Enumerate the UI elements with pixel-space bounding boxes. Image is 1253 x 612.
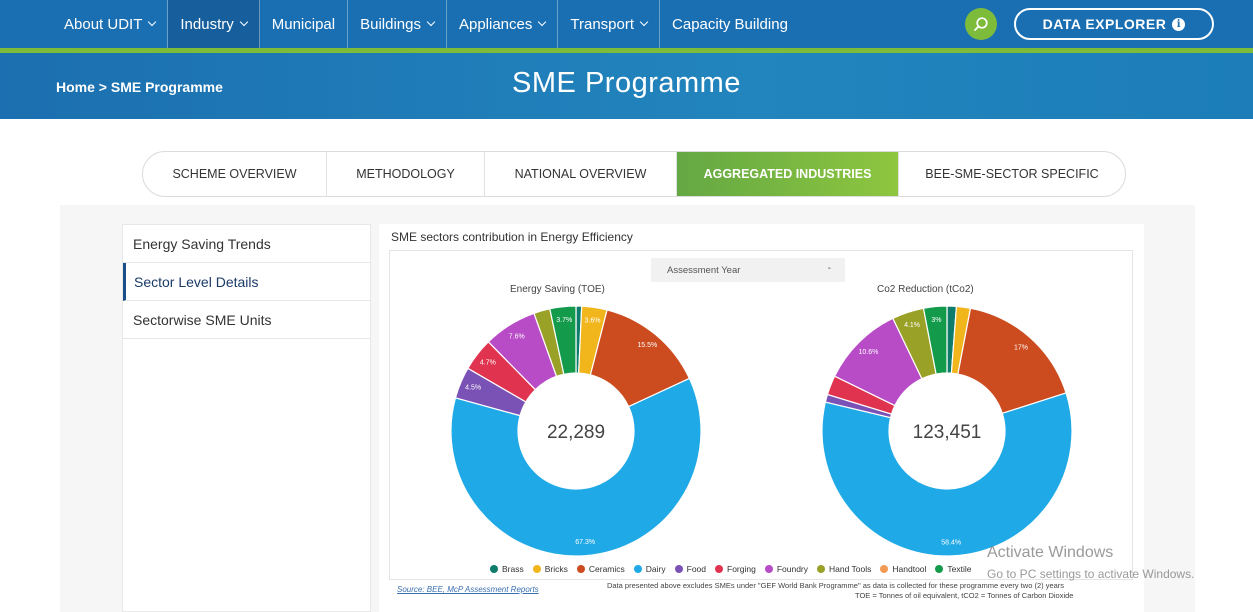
legend-swatch bbox=[715, 565, 723, 573]
legend-swatch bbox=[532, 565, 541, 573]
data-explorer-button[interactable]: DATA EXPLORER i bbox=[1014, 8, 1214, 40]
nav-item-label: Municipal bbox=[271, 15, 336, 33]
chevron-down-icon bbox=[538, 17, 547, 27]
legend-label: Foundry bbox=[776, 564, 809, 574]
legend-label: Forging bbox=[727, 564, 756, 574]
slice-label: 3% bbox=[931, 317, 941, 324]
chart-container: Assessment Year - Energy Saving (TOE) Co… bbox=[389, 250, 1133, 580]
nav-item-about-udit[interactable]: About UDIT bbox=[52, 0, 169, 48]
legend-label: Ceramics bbox=[588, 564, 625, 574]
legend-label: Brass bbox=[502, 564, 524, 574]
slice-label: 4.5% bbox=[465, 385, 481, 392]
tab-methodology[interactable]: METHODOLOGY bbox=[327, 152, 485, 196]
nav-item-municipal[interactable]: Municipal bbox=[260, 0, 349, 48]
donut-center-value: 22,289 bbox=[547, 422, 605, 443]
nav-item-industry[interactable]: Industry bbox=[168, 0, 260, 48]
legend-item-handtool[interactable]: Handtool bbox=[880, 564, 926, 574]
source-link[interactable]: Source: BEE, McP Assessment Reports bbox=[397, 585, 539, 594]
slice-label: 4.1% bbox=[904, 322, 920, 329]
slice-label: 58.4% bbox=[941, 539, 961, 546]
nav-item-capacity-building[interactable]: Capacity Building bbox=[660, 0, 800, 48]
data-note: Data presented above excludes SMEs under… bbox=[607, 581, 1065, 590]
section-tabs: SCHEME OVERVIEW METHODOLOGY NATIONAL OVERV… bbox=[142, 151, 1126, 197]
nav-item-label: Buildings bbox=[360, 15, 421, 33]
legend-label: Hand Tools bbox=[829, 564, 872, 574]
page-title: SME Programme bbox=[512, 67, 741, 99]
legend-label: Bricks bbox=[544, 564, 568, 574]
slice-label: 17% bbox=[1014, 344, 1028, 351]
nav-menu: About UDIT Industry Municipal Buildings Appl… bbox=[52, 0, 800, 48]
sidebar-item-energy-saving-trends[interactable]: Energy Saving Trends bbox=[123, 225, 370, 263]
slice-label: 3.7% bbox=[556, 317, 572, 324]
tab-scheme-overview[interactable]: SCHEME OVERVIEW bbox=[143, 152, 327, 196]
slice-label: 15.5% bbox=[637, 342, 657, 349]
sidebar: Energy Saving Trends Sector Level Details… bbox=[122, 224, 371, 612]
tab-aggregated-industries[interactable]: AGGREGATED INDUSTRIES bbox=[677, 152, 899, 196]
panel-title: SME sectors contribution in Energy Effic… bbox=[391, 230, 633, 244]
info-icon: i bbox=[1172, 17, 1186, 31]
data-explorer-label: DATA EXPLORER bbox=[1042, 16, 1167, 32]
chevron-down-icon bbox=[426, 17, 436, 27]
legend-swatch bbox=[490, 565, 498, 573]
page-banner: Home > SME Programme SME Programme bbox=[0, 53, 1253, 119]
nav-item-label: Capacity Building bbox=[672, 15, 788, 33]
legend-item-textile[interactable]: Textile bbox=[935, 564, 972, 574]
slice-label: 7.6% bbox=[509, 333, 525, 340]
nav-item-buildings[interactable]: Buildings bbox=[348, 0, 447, 48]
tab-national-overview[interactable]: NATIONAL OVERVIEW bbox=[485, 152, 677, 196]
chevron-down-icon bbox=[148, 17, 157, 27]
nav-item-label: About UDIT bbox=[64, 15, 143, 33]
slice-label: 10.6% bbox=[858, 349, 878, 356]
legend-swatch bbox=[764, 565, 773, 573]
search-icon bbox=[974, 17, 988, 31]
slice-dairy[interactable] bbox=[821, 392, 1073, 557]
chevron-down-icon bbox=[239, 17, 248, 27]
legend-item-dairy[interactable]: Dairy bbox=[633, 564, 666, 574]
activate-windows-subtitle: Go to PC settings to activate Windows. bbox=[987, 567, 1195, 581]
nav-item-label: Transport bbox=[570, 15, 635, 33]
legend-swatch bbox=[633, 565, 642, 573]
activate-windows-title: Activate Windows bbox=[987, 544, 1114, 561]
legend-item-bricks[interactable]: Bricks bbox=[532, 564, 568, 574]
legend-item-foundry[interactable]: Foundry bbox=[764, 564, 809, 574]
legend-swatch bbox=[935, 565, 944, 573]
legend-swatch bbox=[880, 565, 889, 573]
legend-item-food[interactable]: Food bbox=[674, 564, 706, 574]
slice-label: 4.7% bbox=[480, 360, 496, 367]
legend-item-ceramics[interactable]: Ceramics bbox=[576, 564, 625, 574]
legend-item-forging[interactable]: Forging bbox=[715, 564, 756, 574]
units-note: TOE = Tonnes of oil equivalent, tCO2 = T… bbox=[855, 591, 1074, 600]
legend-label: Food bbox=[686, 564, 706, 574]
search-button[interactable] bbox=[965, 8, 997, 40]
donut-charts: 3.6% 15.5% 67.3% 4.5% 4.7% 7.6% 3.7% 22,289 17% 5… bbox=[450, 305, 1073, 557]
legend-label: Handtool bbox=[892, 564, 927, 574]
legend-item-brass[interactable]: Brass bbox=[490, 564, 524, 574]
legend-label: Dairy bbox=[645, 564, 666, 574]
nav-item-transport[interactable]: Transport bbox=[558, 0, 661, 48]
sidebar-item-sector-level-details[interactable]: Sector Level Details bbox=[123, 263, 370, 301]
slice-label: 67.3% bbox=[575, 539, 595, 546]
slice-label: 3.6% bbox=[585, 318, 601, 325]
top-nav-bar: About UDIT Industry Municipal Buildings Appl… bbox=[0, 0, 1253, 48]
tab-bee-sme-sector-specific[interactable]: BEE-SME-SECTOR SPECIFIC bbox=[899, 152, 1125, 196]
legend-swatch bbox=[817, 565, 826, 573]
legend-swatch bbox=[674, 565, 683, 573]
nav-item-label: Appliances bbox=[458, 15, 533, 33]
legend-label: Textile bbox=[947, 564, 972, 574]
nav-item-label: Industry bbox=[180, 15, 234, 33]
donut-center-value: 123,451 bbox=[913, 422, 982, 443]
legend-item-hand-tools[interactable]: Hand Tools bbox=[817, 564, 871, 574]
nav-item-appliances[interactable]: Appliances bbox=[447, 0, 559, 48]
legend-swatch bbox=[576, 565, 585, 573]
chevron-down-icon bbox=[639, 17, 649, 27]
sidebar-item-sectorwise-sme-units[interactable]: Sectorwise SME Units bbox=[123, 301, 370, 339]
